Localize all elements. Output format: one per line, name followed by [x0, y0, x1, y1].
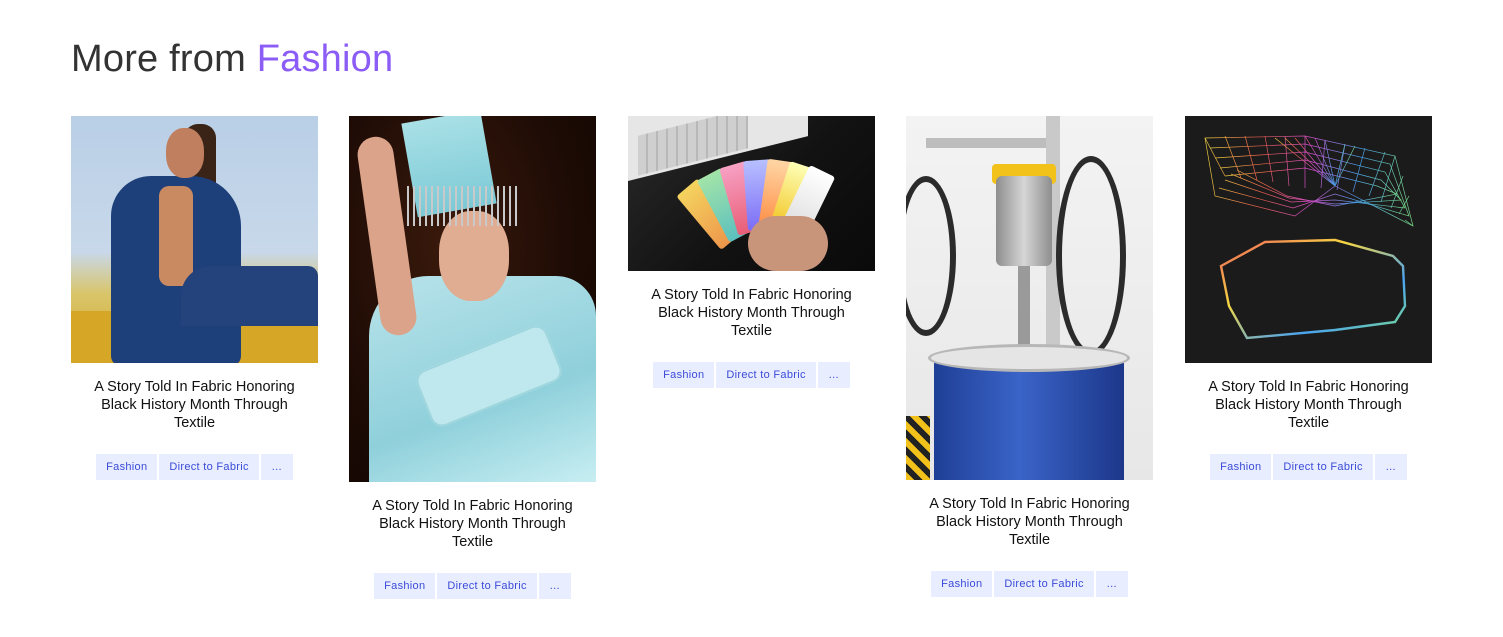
tag-list: Fashion Direct to Fabric ... [628, 362, 875, 388]
article-card-2[interactable]: A Story Told In Fabric Honoring Black Hi… [349, 116, 596, 599]
card-title[interactable]: A Story Told In Fabric Honoring Black Hi… [1185, 378, 1432, 432]
heading-category-link[interactable]: Fashion [257, 38, 394, 80]
article-card-3[interactable]: A Story Told In Fabric Honoring Black Hi… [628, 116, 875, 388]
card-image[interactable] [628, 116, 875, 271]
card-image[interactable] [349, 116, 596, 482]
tag-fashion[interactable]: Fashion [96, 454, 158, 480]
tag-list: Fashion Direct to Fabric ... [906, 571, 1153, 597]
tag-direct-to-fabric[interactable]: Direct to Fabric [994, 571, 1094, 597]
tag-fashion[interactable]: Fashion [374, 573, 436, 599]
card-image[interactable] [906, 116, 1153, 480]
section-heading: More from Fashion [71, 38, 393, 81]
tag-more[interactable]: ... [260, 454, 293, 480]
tag-list: Fashion Direct to Fabric ... [1185, 454, 1432, 480]
card-title[interactable]: A Story Told In Fabric Honoring Black Hi… [628, 286, 875, 340]
tag-more[interactable]: ... [817, 362, 850, 388]
tag-list: Fashion Direct to Fabric ... [71, 454, 318, 480]
card-title[interactable]: A Story Told In Fabric Honoring Black Hi… [349, 497, 596, 551]
tag-direct-to-fabric[interactable]: Direct to Fabric [716, 362, 816, 388]
card-title[interactable]: A Story Told In Fabric Honoring Black Hi… [906, 495, 1153, 549]
article-card-1[interactable]: A Story Told In Fabric Honoring Black Hi… [71, 116, 318, 480]
tag-list: Fashion Direct to Fabric ... [349, 573, 596, 599]
heading-prefix: More from [71, 38, 257, 80]
tag-more[interactable]: ... [1374, 454, 1407, 480]
tag-fashion[interactable]: Fashion [1210, 454, 1272, 480]
card-image[interactable] [1185, 116, 1432, 363]
article-card-5[interactable]: A Story Told In Fabric Honoring Black Hi… [1185, 116, 1432, 480]
article-card-4[interactable]: A Story Told In Fabric Honoring Black Hi… [906, 116, 1153, 597]
tag-fashion[interactable]: Fashion [653, 362, 715, 388]
tag-more[interactable]: ... [1095, 571, 1128, 597]
card-title[interactable]: A Story Told In Fabric Honoring Black Hi… [71, 378, 318, 432]
tag-direct-to-fabric[interactable]: Direct to Fabric [437, 573, 537, 599]
card-image[interactable] [71, 116, 318, 363]
tag-fashion[interactable]: Fashion [931, 571, 993, 597]
tag-direct-to-fabric[interactable]: Direct to Fabric [1273, 454, 1373, 480]
wireframe-graphic [1204, 135, 1414, 340]
tag-more[interactable]: ... [538, 573, 571, 599]
tag-direct-to-fabric[interactable]: Direct to Fabric [159, 454, 259, 480]
